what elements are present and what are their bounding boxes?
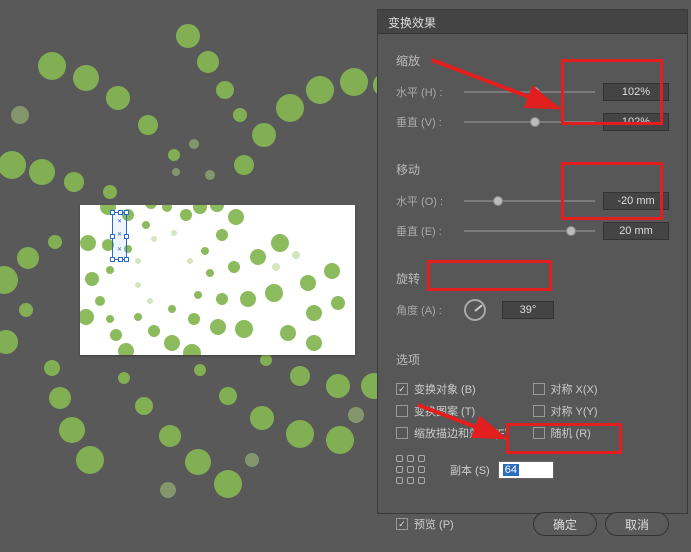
preview-toggle[interactable]: 预览 (P): [396, 516, 525, 532]
move-h-value[interactable]: -20 mm: [603, 192, 669, 210]
random-label: 随机 (R): [551, 425, 591, 441]
transform-pat-checkbox[interactable]: [396, 405, 408, 417]
scale-h-label: 水平 (H) :: [396, 84, 464, 100]
move-h-label: 水平 (O) :: [396, 193, 464, 209]
copies-label: 副本 (S): [450, 462, 490, 478]
angle-label: 角度 (A) :: [396, 302, 464, 318]
transform-pat-label: 变换图案 (T): [414, 403, 475, 419]
selected-object[interactable]: ✕ ✕ ✕: [112, 212, 127, 260]
move-section: 移动 水平 (O) : -20 mm 垂直 (E) : 20 mm: [396, 161, 669, 262]
transform-effect-dialog: 变换效果 缩放 水平 (H) : 102% 垂直 (V) : 102% 移动 水…: [377, 9, 688, 514]
mirror-x-checkbox[interactable]: [533, 383, 545, 395]
scale-v-value[interactable]: 102%: [603, 113, 669, 131]
scale-sf-label: 缩放描边和效果 (F): [414, 425, 508, 441]
random-checkbox[interactable]: [533, 427, 545, 439]
move-v-value[interactable]: 20 mm: [603, 222, 669, 240]
options-label: 选项: [396, 351, 669, 368]
ok-button[interactable]: 确定: [533, 512, 597, 536]
scale-h-slider[interactable]: [464, 85, 595, 99]
move-v-slider[interactable]: [464, 224, 595, 238]
rotate-section: 旋转 角度 (A) : 39°: [396, 270, 669, 341]
transform-obj-label: 变换对象 (B): [414, 381, 476, 397]
move-label: 移动: [396, 161, 669, 178]
scale-label: 缩放: [396, 52, 669, 69]
dialog-title: 变换效果: [378, 10, 687, 34]
mirror-y-checkbox[interactable]: [533, 405, 545, 417]
transform-obj-checkbox[interactable]: [396, 383, 408, 395]
scale-section: 缩放 水平 (H) : 102% 垂直 (V) : 102%: [396, 52, 669, 153]
cancel-button[interactable]: 取消: [605, 512, 669, 536]
angle-dial[interactable]: [464, 299, 486, 321]
options-section: 选项 变换对象 (B) 对称 X(X) 变换图案 (T) 对称 Y(Y) 缩放描…: [396, 351, 669, 496]
scale-sf-checkbox[interactable]: [396, 427, 408, 439]
move-v-label: 垂直 (E) :: [396, 223, 464, 239]
mirror-x-label: 对称 X(X): [551, 381, 598, 397]
angle-value[interactable]: 39°: [502, 301, 554, 319]
preview-checkbox[interactable]: [396, 518, 408, 530]
scale-v-label: 垂直 (V) :: [396, 114, 464, 130]
scale-h-value[interactable]: 102%: [603, 83, 669, 101]
copies-field[interactable]: 64: [498, 461, 554, 479]
rotate-label: 旋转: [396, 270, 669, 287]
mirror-y-label: 对称 Y(Y): [551, 403, 598, 419]
anchor-grid[interactable]: [396, 455, 426, 485]
artboard-preview: ✕ ✕ ✕: [80, 205, 355, 355]
move-h-slider[interactable]: [464, 194, 595, 208]
scale-v-slider[interactable]: [464, 115, 595, 129]
